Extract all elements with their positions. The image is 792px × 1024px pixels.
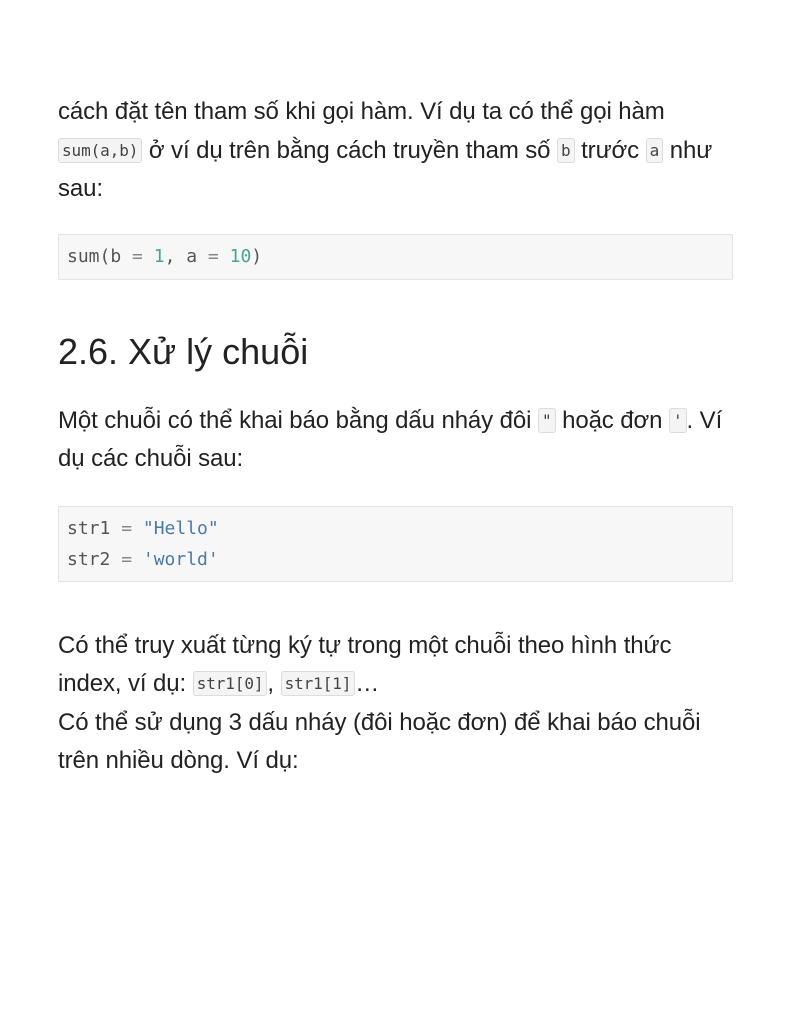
code-operator: =: [121, 548, 133, 570]
inline-code-str1-index-0: str1[0]: [192, 671, 268, 696]
code-text: , a: [164, 245, 208, 267]
code-line-1: str1 = "Hello": [67, 518, 219, 539]
section-heading: 2.6. Xử lý chuỗi: [58, 330, 309, 372]
inline-code-single-quote: ': [668, 407, 687, 433]
paragraph-text: ,: [267, 670, 281, 697]
code-string: "Hello": [142, 517, 219, 539]
code-operator: =: [207, 245, 219, 267]
inline-code-str1-index-1: str1[1]: [280, 671, 356, 696]
code-text: str1: [67, 517, 122, 539]
inline-code-b: b: [557, 137, 575, 163]
paragraph-text: trước: [574, 136, 646, 164]
paragraph-string-declaration: Một chuỗi có thể khai báo bằng dấu nháy …: [58, 402, 733, 479]
inline-code-sum: sum(a,b): [58, 137, 143, 163]
code-text: str2: [67, 548, 122, 570]
code-string: 'world': [142, 548, 219, 570]
paragraph-text: ở ví dụ trên bằng cách truyền tham số: [142, 136, 557, 164]
paragraph-text: hoặc đơn: [555, 406, 669, 434]
code-operator: =: [132, 245, 143, 267]
code-number: 1: [153, 245, 165, 267]
code-text: ): [251, 245, 263, 267]
code-number: 10: [229, 245, 252, 267]
code-line-2: str2 = 'world': [67, 549, 219, 570]
paragraph-text: cách đặt tên tham số khi gọi hàm. Ví dụ …: [58, 98, 665, 125]
inline-code-a: a: [645, 137, 664, 163]
code-text: sum(b: [67, 245, 133, 267]
inline-code-double-quote: ": [537, 407, 556, 433]
paragraph-text: …: [355, 670, 380, 697]
document-page: cách đặt tên tham số khi gọi hàm. Ví dụ …: [58, 93, 733, 781]
code-block-sum-call: sum(b = 1, a = 10): [58, 233, 733, 280]
paragraph-text: Một chuỗi có thể khai báo bằng dấu nháy …: [58, 406, 538, 434]
code-operator: =: [121, 517, 133, 539]
paragraph-string-indexing: Có thể truy xuất từng ký tự trong một ch…: [58, 627, 733, 781]
paragraph-named-arguments: cách đặt tên tham số khi gọi hàm. Ví dụ …: [58, 93, 733, 209]
code-block-string-examples: str1 = "Hello" str2 = 'world': [58, 505, 733, 582]
paragraph-text-multiline-strings: Có thể sử dụng 3 dấu nháy (đôi hoặc đơn)…: [58, 708, 701, 775]
